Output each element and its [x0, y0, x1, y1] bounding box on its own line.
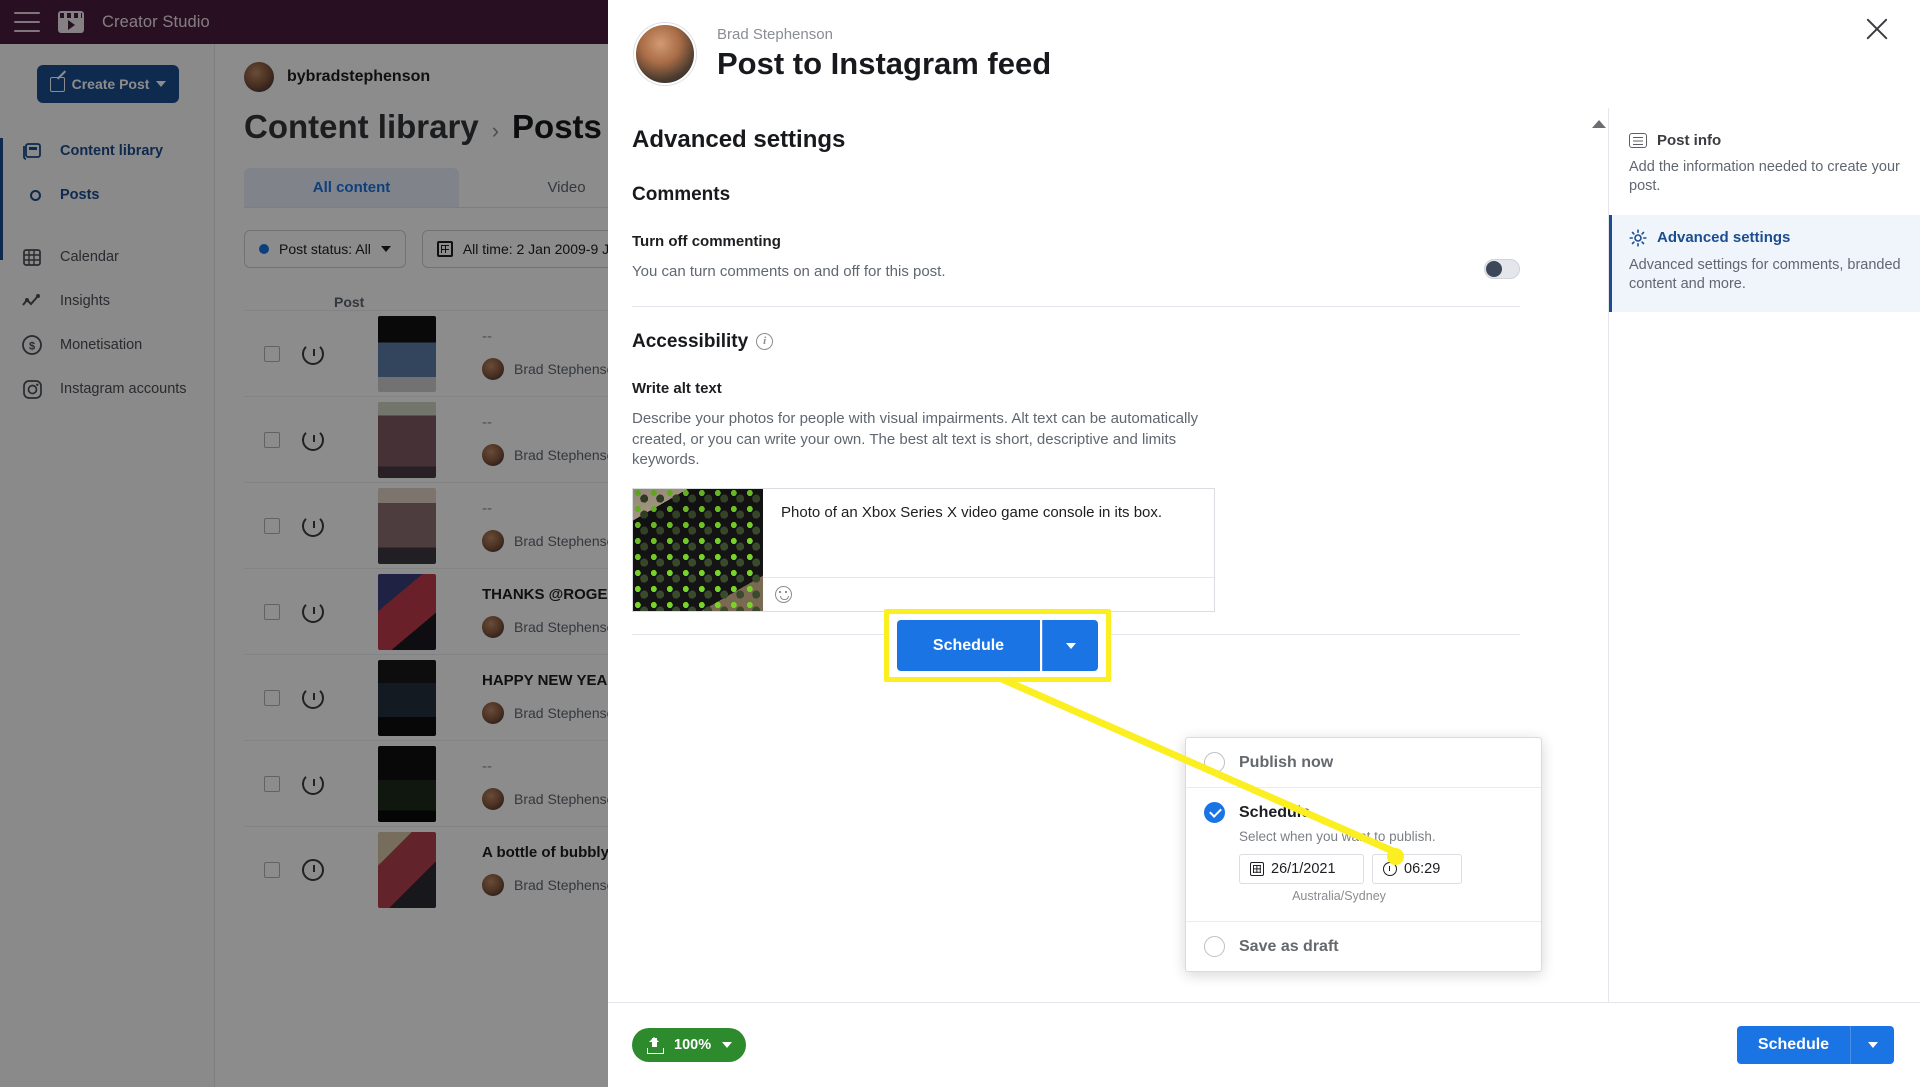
avatar: [634, 23, 696, 85]
gear-icon: [1629, 228, 1647, 247]
radio-schedule[interactable]: [1204, 802, 1225, 823]
step-label: Post info: [1657, 132, 1722, 149]
dialog-step-nav: Post info Add the information needed to …: [1592, 108, 1920, 1002]
step-advanced-settings[interactable]: Advanced settings Advanced settings for …: [1609, 214, 1920, 313]
dialog-header: Brad Stephenson Post to Instagram feed: [608, 0, 1920, 108]
step-label: Advanced settings: [1657, 229, 1791, 247]
option-schedule[interactable]: Schedule: [1186, 788, 1541, 829]
schedule-date-value: 26/1/2021: [1271, 861, 1336, 877]
turn-off-commenting-desc: You can turn comments on and off for thi…: [632, 263, 946, 280]
page-title: Post to Instagram feed: [717, 46, 1052, 81]
write-alt-text-label: Write alt text: [632, 380, 722, 398]
option-label: Save as draft: [1239, 937, 1339, 955]
radio-publish-now[interactable]: [1204, 752, 1225, 773]
turn-off-commenting-toggle[interactable]: [1484, 259, 1520, 279]
chevron-down-icon: [722, 1042, 733, 1048]
chevron-down-icon: [1065, 642, 1076, 649]
alt-text-input[interactable]: Photo of an Xbox Series X video game con…: [763, 489, 1214, 577]
section-title: Advanced settings: [632, 126, 846, 153]
divider: [632, 306, 1520, 308]
schedule-button[interactable]: Schedule: [1737, 1026, 1850, 1064]
comments-heading: Comments: [632, 184, 731, 205]
close-icon[interactable]: [1860, 12, 1894, 46]
alt-text-editor: Photo of an Xbox Series X video game con…: [632, 488, 1215, 612]
schedule-options-popover: Publish now Schedule Select when you wan…: [1185, 737, 1542, 972]
document-icon: [1629, 133, 1647, 148]
schedule-time-value: 06:29: [1404, 861, 1441, 877]
step-desc: Add the information needed to create you…: [1629, 159, 1900, 195]
highlighted-schedule-button[interactable]: Schedule: [897, 620, 1040, 671]
accessibility-heading: Accessibility i: [632, 331, 1608, 353]
upload-progress-button[interactable]: 100%: [632, 1028, 747, 1062]
dialog-footer: 100% Schedule: [608, 1002, 1920, 1087]
step-desc: Advanced settings for comments, branded …: [1629, 256, 1901, 292]
upload-icon: [646, 1036, 664, 1054]
alt-text-description: Describe your photos for people with vis…: [632, 410, 1199, 468]
calendar-icon: [1250, 862, 1264, 876]
schedule-dropdown-button[interactable]: [1850, 1026, 1894, 1064]
chevron-down-icon: [1867, 1042, 1878, 1048]
schedule-time-field[interactable]: 06:29: [1372, 854, 1462, 884]
radio-save-as-draft[interactable]: [1204, 936, 1225, 957]
option-label: Publish now: [1239, 753, 1334, 771]
step-post-info[interactable]: Post info Add the information needed to …: [1609, 118, 1920, 215]
emoji-icon[interactable]: [775, 586, 792, 603]
upload-percent: 100%: [674, 1037, 712, 1053]
highlighted-schedule-dropdown-button[interactable]: [1042, 620, 1098, 671]
schedule-hint: Select when you want to publish.: [1239, 829, 1436, 844]
scroll-up-arrow-icon[interactable]: [1592, 114, 1606, 1008]
turn-off-commenting-label: Turn off commenting: [632, 233, 781, 250]
post-image-thumbnail: [633, 489, 763, 611]
option-label: Schedule: [1239, 803, 1311, 821]
dialog-author: Brad Stephenson: [717, 26, 833, 43]
schedule-timezone: Australia/Sydney: [1292, 889, 1386, 903]
callout-endpoint-dot: [1387, 848, 1404, 865]
schedule-split-button: Schedule: [1737, 1026, 1894, 1064]
info-icon[interactable]: i: [756, 332, 774, 350]
schedule-date-field[interactable]: 26/1/2021: [1239, 854, 1364, 884]
schedule-details: Select when you want to publish. 26/1/20…: [1186, 829, 1541, 911]
option-save-as-draft[interactable]: Save as draft: [1186, 921, 1541, 971]
alt-text-toolbar: [763, 577, 1214, 611]
option-publish-now[interactable]: Publish now: [1186, 738, 1541, 788]
